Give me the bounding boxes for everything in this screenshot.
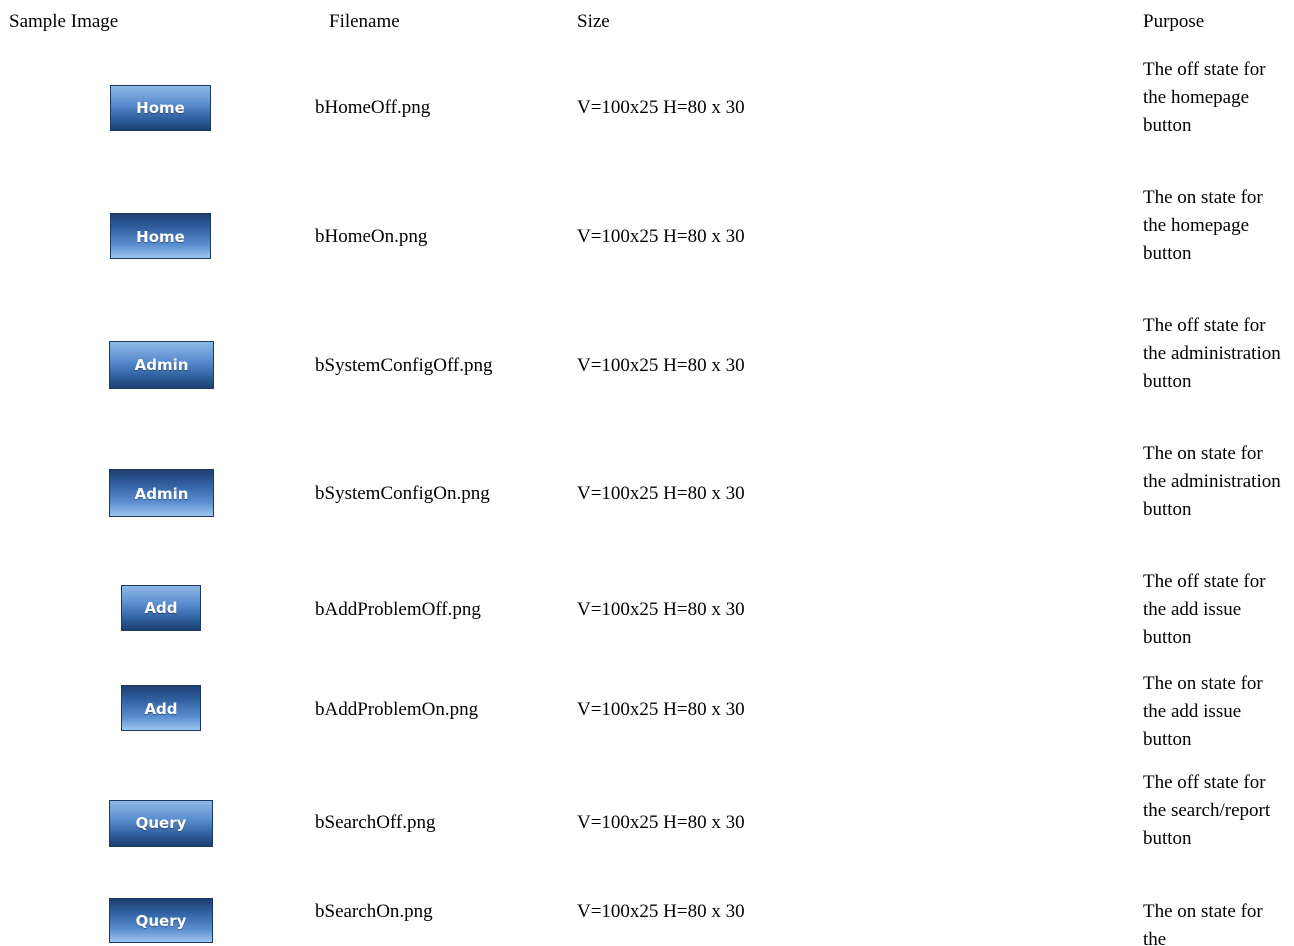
purpose-cell: The on state for the: [1143, 901, 1263, 946]
filename-cell: bSearchOff.png: [315, 812, 436, 833]
home-on-sample-button: Home: [110, 213, 211, 259]
size-cell: V=100x25 H=80 x 30: [577, 812, 745, 833]
purpose-cell: The off state for the homepage button: [1143, 59, 1266, 136]
header-size: Size: [577, 11, 610, 32]
purpose-cell: The off state for the add issue button: [1143, 571, 1266, 648]
size-cell: V=100x25 H=80 x 30: [577, 355, 745, 376]
query-on-sample-button: Query: [109, 898, 213, 943]
header-sample-image: Sample Image: [9, 11, 119, 32]
purpose-cell: The on state for the homepage button: [1143, 187, 1263, 264]
purpose-cell: The on state for the administration butt…: [1143, 443, 1281, 520]
filename-cell: bSearchOn.png: [315, 901, 433, 922]
home-off-sample-button: Home: [110, 85, 211, 131]
purpose-cell: The off state for the administration but…: [1143, 315, 1281, 392]
header-filename: Filename: [329, 11, 400, 32]
admin-off-sample-button: Admin: [109, 341, 214, 389]
size-cell: V=100x25 H=80 x 30: [577, 699, 745, 720]
size-cell: V=100x25 H=80 x 30: [577, 901, 745, 922]
add-off-sample-button: Add: [121, 585, 201, 631]
header-purpose: Purpose: [1143, 11, 1205, 32]
filename-cell: bSystemConfigOn.png: [315, 483, 490, 504]
purpose-cell: The off state for the search/report butt…: [1143, 772, 1271, 849]
admin-on-sample-button: Admin: [109, 469, 214, 517]
filename-cell: bSystemConfigOff.png: [315, 355, 493, 376]
filename-cell: bHomeOff.png: [315, 97, 431, 118]
size-cell: V=100x25 H=80 x 30: [577, 226, 745, 247]
query-off-sample-button: Query: [109, 800, 213, 847]
size-cell: V=100x25 H=80 x 30: [577, 97, 745, 118]
add-on-sample-button: Add: [121, 685, 201, 731]
filename-cell: bHomeOn.png: [315, 226, 428, 247]
size-cell: V=100x25 H=80 x 30: [577, 599, 745, 620]
purpose-cell: The on state for the add issue button: [1143, 673, 1263, 750]
size-cell: V=100x25 H=80 x 30: [577, 483, 745, 504]
filename-cell: bAddProblemOn.png: [315, 699, 479, 720]
filename-cell: bAddProblemOff.png: [315, 599, 481, 620]
